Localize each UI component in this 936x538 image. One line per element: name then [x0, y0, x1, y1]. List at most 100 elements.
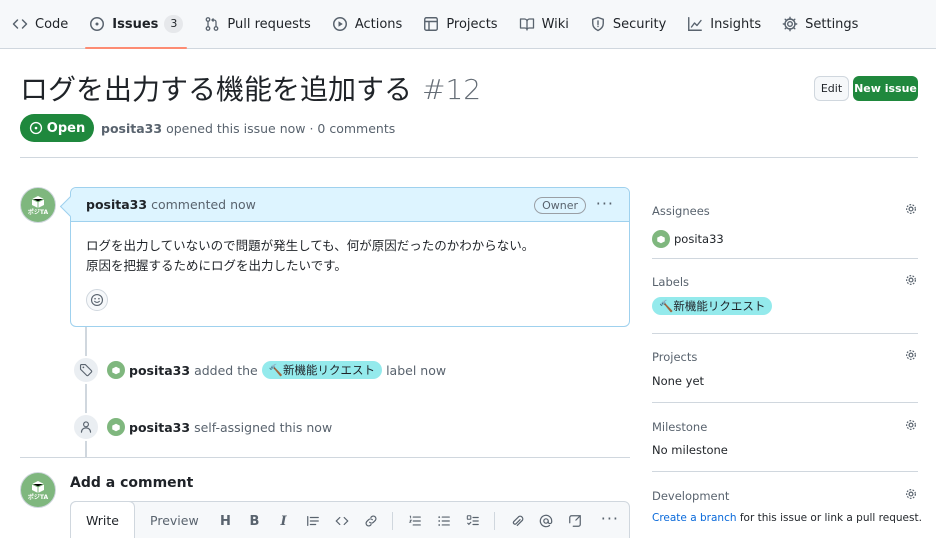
add-reaction-button[interactable]: [86, 289, 108, 311]
timeline-divider: [20, 457, 630, 458]
comment-editor: Write Preview H B I ···: [70, 501, 630, 538]
new-issue-button[interactable]: New issue: [853, 76, 918, 101]
gear-icon[interactable]: [904, 348, 918, 362]
gear-icon[interactable]: [904, 418, 918, 432]
event-action-text: added the: [194, 362, 258, 378]
toolbar-divider: [392, 512, 393, 530]
comment-author-link[interactable]: posita33: [86, 197, 147, 212]
paperclip-icon[interactable]: [502, 510, 531, 532]
person-icon: [72, 413, 100, 441]
tab-code[interactable]: Code: [12, 0, 68, 49]
sidebar-heading: Projects: [652, 350, 918, 366]
sidebar-labels: Labels 🔨新機能リクエスト: [652, 275, 918, 315]
issue-meta-text: opened this issue now · 0 comments: [166, 121, 396, 136]
tab-security-label: Security: [612, 16, 667, 32]
heading-icon[interactable]: H: [211, 510, 240, 532]
tab-preview[interactable]: Preview: [135, 502, 214, 538]
play-icon: [332, 16, 348, 32]
more-options-icon[interactable]: ···: [601, 509, 619, 528]
link-icon[interactable]: [356, 510, 385, 532]
tab-code-label: Code: [35, 16, 69, 32]
tab-wiki[interactable]: Wiki: [519, 0, 569, 49]
toolbar-divider: [494, 512, 495, 530]
sidebar-divider: [652, 258, 918, 259]
sidebar-development-value: Create a branch for this issue or link a…: [652, 512, 922, 524]
tab-actions[interactable]: Actions: [332, 0, 403, 49]
ordered-list-icon[interactable]: [400, 510, 429, 532]
label-pill[interactable]: 🔨新機能リクエスト: [261, 361, 383, 379]
tasklist-icon[interactable]: [458, 510, 487, 532]
tab-insights-label: Insights: [710, 16, 762, 32]
sidebar-milestone-value: No milestone: [652, 443, 728, 457]
tab-insights[interactable]: Insights: [687, 0, 761, 49]
issue-author-link[interactable]: posita33: [101, 121, 162, 136]
sidebar-assignee-item[interactable]: posita33: [652, 230, 918, 248]
mention-icon[interactable]: [531, 510, 560, 532]
bold-icon[interactable]: B: [240, 510, 269, 532]
avatar[interactable]: ポジTA: [20, 472, 56, 508]
avatar-icon: [657, 235, 665, 243]
tab-pull-requests[interactable]: Pull requests: [204, 0, 311, 49]
tab-issues[interactable]: Issues 3: [85, 0, 188, 49]
tab-projects[interactable]: Projects: [423, 0, 498, 49]
event-action-text: self-assigned this now: [194, 419, 333, 435]
label-pill[interactable]: 🔨新機能リクエスト: [652, 297, 773, 315]
sidebar-assignees: Assignees posita33: [652, 204, 918, 248]
gear-icon[interactable]: [904, 202, 918, 216]
owner-badge: Owner: [534, 197, 586, 214]
avatar-icon: [112, 423, 120, 431]
unordered-list-icon[interactable]: [429, 510, 458, 532]
sidebar-divider: [652, 471, 918, 472]
tab-actions-label: Actions: [354, 16, 403, 32]
gear-icon[interactable]: [904, 273, 918, 287]
sidebar-projects-value: None yet: [652, 374, 705, 388]
comment-timestamp[interactable]: commented now: [151, 197, 256, 212]
assignee-name: posita33: [674, 232, 724, 246]
avatar-icon: [31, 480, 45, 493]
cross-reference-icon[interactable]: [560, 510, 589, 532]
kebab-menu-icon[interactable]: ···: [596, 194, 614, 213]
sidebar-milestone-title: Milestone: [652, 420, 708, 434]
avatar[interactable]: [107, 361, 125, 379]
quote-icon[interactable]: [298, 510, 327, 532]
event-suffix-text: label now: [386, 362, 447, 378]
tab-settings[interactable]: Settings: [782, 0, 858, 49]
sidebar-projects-title: Projects: [652, 350, 698, 364]
table-icon: [423, 16, 439, 32]
event-author-link[interactable]: posita33: [129, 363, 190, 378]
development-text: for this issue or link a pull request.: [739, 512, 922, 524]
gear-icon: [782, 16, 798, 32]
issues-count-badge: 3: [164, 15, 184, 33]
avatar[interactable]: ポジTA: [20, 187, 56, 223]
repo-nav: Code Issues 3 Pull requests Actions Proj…: [0, 0, 936, 49]
issue-title-text: ログを出力する機能を追加する: [20, 73, 413, 106]
issue-meta: posita33 opened this issue now · 0 comme…: [101, 121, 395, 136]
code-icon[interactable]: [327, 510, 356, 532]
italic-icon[interactable]: I: [269, 510, 298, 532]
tab-pull-requests-label: Pull requests: [227, 16, 311, 32]
avatar[interactable]: [107, 418, 125, 436]
sidebar-divider: [652, 333, 918, 334]
sidebar-development: Development Create a branch for this iss…: [652, 489, 922, 524]
sidebar-heading: Labels: [652, 275, 918, 291]
issue-opened-icon: [89, 16, 105, 32]
sidebar-heading: Development: [652, 489, 918, 505]
event-author-link[interactable]: posita33: [129, 420, 190, 435]
issue-number: #12: [422, 73, 482, 106]
tab-wiki-label: Wiki: [541, 16, 569, 32]
tab-write[interactable]: Write: [70, 501, 136, 538]
sidebar-heading: Assignees: [652, 204, 918, 220]
graph-icon: [687, 16, 703, 32]
gear-icon[interactable]: [904, 487, 918, 501]
avatar-text: ポジTA: [27, 493, 49, 501]
book-icon: [519, 16, 535, 32]
header-divider: [20, 157, 918, 158]
tab-security[interactable]: Security: [590, 0, 666, 49]
tab-projects-label: Projects: [446, 16, 498, 32]
issue-title: ログを出力する機能を追加する #12: [20, 68, 481, 108]
edit-button[interactable]: Edit: [814, 76, 849, 101]
sidebar-development-title: Development: [652, 489, 730, 503]
comment-body-line: 原因を把握するためにログを出力したいです。: [86, 258, 347, 273]
create-branch-link[interactable]: Create a branch: [652, 512, 737, 524]
issue-state-label: Open: [46, 120, 86, 136]
